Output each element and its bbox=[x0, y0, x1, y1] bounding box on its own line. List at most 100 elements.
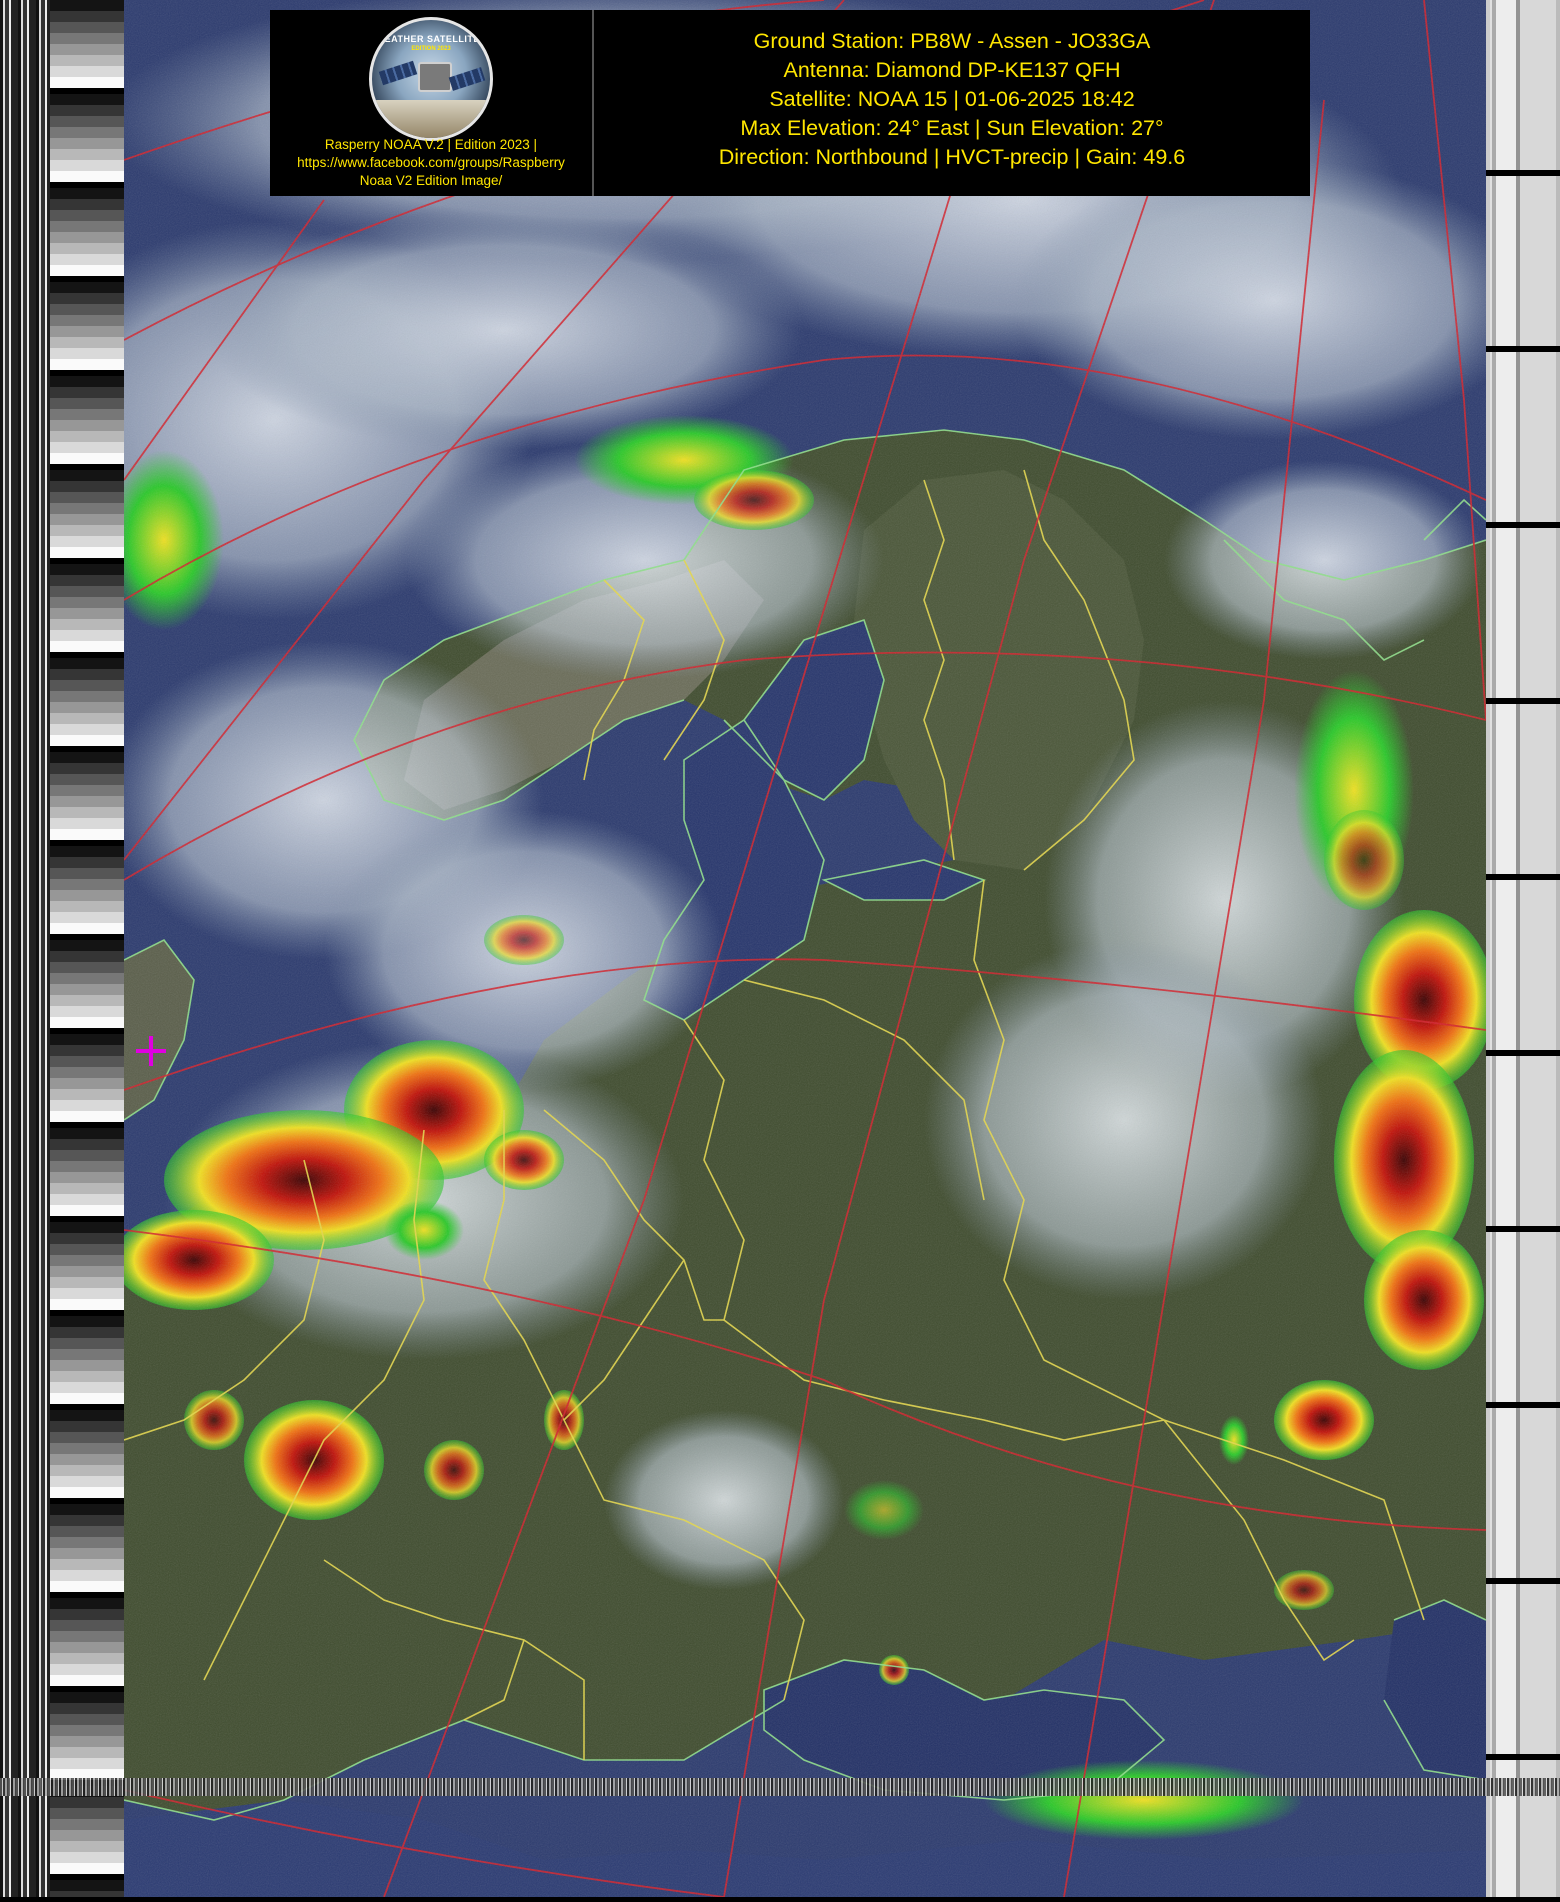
calibration-step bbox=[50, 1233, 124, 1244]
calibration-step bbox=[50, 984, 124, 995]
pass-info: Ground Station: PB8W - Assen - JO33GA An… bbox=[594, 27, 1310, 172]
calibration-step bbox=[50, 846, 124, 857]
calibration-step bbox=[50, 597, 124, 608]
calibration-separator bbox=[50, 558, 124, 564]
ground-station-line: Ground Station: PB8W - Assen - JO33GA bbox=[753, 29, 1151, 53]
calibration-step bbox=[50, 752, 124, 763]
calibration-step bbox=[50, 293, 124, 304]
calibration-step bbox=[50, 1830, 124, 1841]
calibration-step bbox=[50, 1515, 124, 1526]
calibration-step bbox=[50, 735, 124, 746]
calibration-step bbox=[50, 243, 124, 254]
calibration-wedges-left bbox=[50, 0, 124, 1897]
calibration-step bbox=[50, 923, 124, 934]
calibration-step bbox=[50, 33, 124, 44]
satellite-image: WEATHER SATELLITES EDITION 2023 Rasperry… bbox=[0, 0, 1560, 1902]
calibration-step bbox=[50, 525, 124, 536]
calibration-step bbox=[50, 564, 124, 575]
badge-ground bbox=[372, 100, 490, 138]
calibration-step bbox=[50, 409, 124, 420]
calibration-step bbox=[50, 1891, 124, 1897]
calibration-step bbox=[50, 658, 124, 669]
calibration-separator bbox=[1486, 1226, 1560, 1232]
calibration-step bbox=[50, 995, 124, 1006]
calibration-step bbox=[50, 492, 124, 503]
calibration-step bbox=[50, 1222, 124, 1233]
calibration-step bbox=[50, 199, 124, 210]
calibration-step bbox=[50, 1653, 124, 1664]
calibration-separator bbox=[1486, 1050, 1560, 1056]
calibration-separator bbox=[50, 1686, 124, 1692]
calibration-step bbox=[50, 337, 124, 348]
calibration-step bbox=[50, 1725, 124, 1736]
calibration-step bbox=[50, 1161, 124, 1172]
calibration-step bbox=[50, 912, 124, 923]
calibration-step bbox=[50, 1045, 124, 1056]
badge-solar-panel-left bbox=[378, 60, 418, 86]
calibration-step bbox=[50, 1100, 124, 1111]
plus-marker-icon bbox=[136, 1036, 166, 1066]
calibration-step bbox=[50, 1360, 124, 1371]
calibration-step bbox=[50, 962, 124, 973]
info-overlay: WEATHER SATELLITES EDITION 2023 Rasperry… bbox=[270, 10, 1310, 196]
calibration-step bbox=[50, 1139, 124, 1150]
calibration-step bbox=[50, 1559, 124, 1570]
calibration-step bbox=[50, 1432, 124, 1443]
badge-solar-panel-right bbox=[448, 67, 486, 91]
calibration-step bbox=[50, 514, 124, 525]
calibration-step bbox=[50, 221, 124, 232]
calibration-step bbox=[50, 1476, 124, 1487]
calibration-separator bbox=[1486, 1578, 1560, 1584]
calibration-step bbox=[50, 0, 124, 11]
calibration-step bbox=[50, 210, 124, 221]
calibration-step bbox=[50, 547, 124, 558]
calibration-step bbox=[50, 1089, 124, 1100]
calibration-separator bbox=[50, 1498, 124, 1504]
calibration-step bbox=[50, 1863, 124, 1874]
calibration-step bbox=[50, 44, 124, 55]
badge-edition: EDITION 2023 bbox=[411, 46, 451, 52]
calibration-step bbox=[50, 149, 124, 160]
calibration-step bbox=[50, 857, 124, 868]
calibration-step bbox=[50, 630, 124, 641]
calibration-step bbox=[50, 879, 124, 890]
antenna-line: Antenna: Diamond DP-KE137 QFH bbox=[783, 58, 1121, 82]
calibration-step bbox=[50, 1017, 124, 1028]
calibration-step bbox=[50, 796, 124, 807]
calibration-step bbox=[50, 1454, 124, 1465]
calibration-step bbox=[50, 702, 124, 713]
direction-line: Direction: Northbound | HVCT-precip | Ga… bbox=[718, 145, 1186, 169]
calibration-step bbox=[50, 1128, 124, 1139]
calibration-step bbox=[50, 1675, 124, 1686]
elevation-line: Max Elevation: 24° East | Sun Elevation:… bbox=[740, 116, 1164, 140]
calibration-band bbox=[1490, 528, 1556, 698]
calibration-separator bbox=[1486, 170, 1560, 176]
calibration-separator bbox=[1486, 346, 1560, 352]
calibration-band bbox=[1490, 704, 1556, 874]
calibration-step bbox=[50, 1620, 124, 1631]
calibration-step bbox=[50, 55, 124, 66]
calibration-step bbox=[50, 453, 124, 464]
weather-satellite-badge-icon: WEATHER SATELLITES EDITION 2023 bbox=[369, 17, 493, 141]
calibration-step bbox=[50, 691, 124, 702]
calibration-step bbox=[50, 1244, 124, 1255]
calibration-step bbox=[50, 1277, 124, 1288]
calibration-band bbox=[1490, 1232, 1556, 1402]
calibration-step bbox=[50, 1797, 124, 1808]
calibration-step bbox=[50, 1266, 124, 1277]
calibration-separator bbox=[50, 1310, 124, 1316]
satellite-line: Satellite: NOAA 15 | 01-06-2025 18:42 bbox=[769, 87, 1135, 111]
calibration-step bbox=[50, 160, 124, 171]
calibration-separator bbox=[1486, 698, 1560, 704]
calibration-step bbox=[50, 431, 124, 442]
logo-caption: Rasperry NOAA V.2 | Edition 2023 | https… bbox=[272, 136, 590, 190]
calibration-step bbox=[50, 1410, 124, 1421]
calibration-step bbox=[50, 1382, 124, 1393]
calibration-step bbox=[50, 420, 124, 431]
calibration-step bbox=[50, 1747, 124, 1758]
calibration-separator bbox=[50, 1122, 124, 1128]
calibration-separator bbox=[50, 1028, 124, 1034]
calibration-separator bbox=[50, 840, 124, 846]
calibration-step bbox=[50, 1299, 124, 1310]
calibration-step bbox=[50, 503, 124, 514]
